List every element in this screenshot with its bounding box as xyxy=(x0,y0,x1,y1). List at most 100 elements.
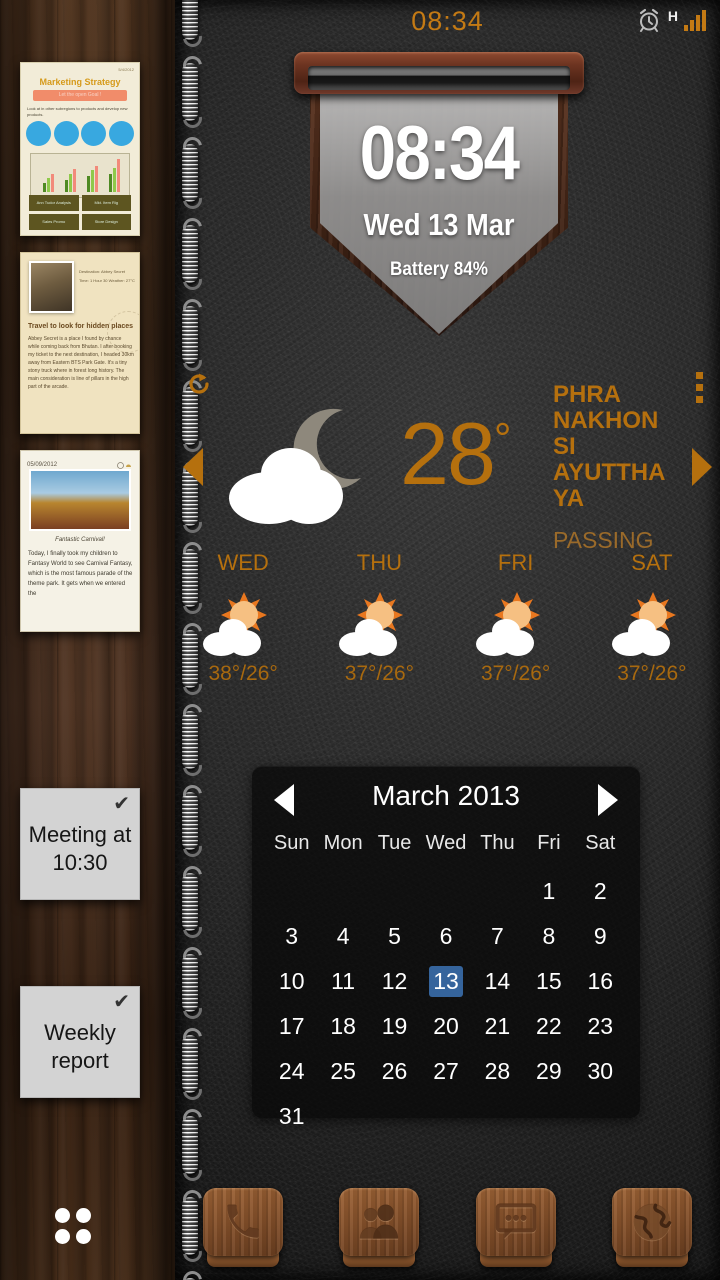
calendar-day-cell[interactable]: 16 xyxy=(575,959,626,1004)
calendar-day-number: 12 xyxy=(381,968,408,994)
binding-ring xyxy=(182,792,198,850)
apps-grid-icon[interactable] xyxy=(55,1208,91,1244)
marketing-banner: Let the open Goal ! xyxy=(33,90,127,101)
calendar-day-cell[interactable]: 26 xyxy=(369,1049,420,1094)
sun-cloud-icon xyxy=(470,588,562,658)
calendar-day-number: 13 xyxy=(428,966,463,997)
calendar-day-cell[interactable]: 14 xyxy=(472,959,523,1004)
calendar-day-number: 10 xyxy=(278,968,305,994)
binding-ring xyxy=(182,873,198,931)
weather-prev-arrow[interactable] xyxy=(183,448,203,486)
clock-date: Wed 13 Mar xyxy=(363,207,515,242)
calendar-day-grid[interactable]: 1 2 3 4 5 6 7 8 9 10 11 12 13 14 15 16 17 18 19 20 21 22 23 24 2… xyxy=(252,869,640,1139)
calendar-day-cell[interactable]: 27 xyxy=(420,1049,471,1094)
calendar-day-number: 25 xyxy=(330,1058,356,1084)
dock xyxy=(175,1178,720,1278)
degree-symbol: ° xyxy=(493,414,512,464)
calendar-day-cell[interactable]: 10 xyxy=(266,959,317,1004)
weather-widget[interactable]: 28° PHRA NAKHON SI AYUTTHAYA PASSING WED… xyxy=(175,360,720,730)
forecast-day-label: WED xyxy=(217,550,269,575)
dock-item-phone[interactable] xyxy=(203,1188,284,1268)
calendar-day-cell[interactable]: 23 xyxy=(575,1004,626,1049)
note-card-marketing[interactable]: 5/4/2012 Marketing Strategy Let the open… xyxy=(20,62,140,236)
forecast-day-label: THU xyxy=(356,550,402,575)
calendar-day-cell[interactable]: 15 xyxy=(523,959,574,1004)
calendar-day-cell[interactable]: 5 xyxy=(369,914,420,959)
calendar-day-cell[interactable]: 25 xyxy=(317,1049,368,1094)
task-card[interactable]: ✔ Weekly report xyxy=(20,986,140,1098)
calendar-day-cell[interactable]: 17 xyxy=(266,1004,317,1049)
calendar-next-icon[interactable] xyxy=(598,784,618,816)
diary-body: Today, I finally took my children to Fan… xyxy=(28,551,133,597)
calendar-day-cell[interactable]: 7 xyxy=(472,914,523,959)
calendar-day-number: 5 xyxy=(388,923,401,949)
contacts-icon xyxy=(339,1188,419,1256)
calendar-day-cell[interactable]: 3 xyxy=(266,914,317,959)
dock-item-browser[interactable] xyxy=(611,1188,692,1268)
marketing-footer-cell: Store Design xyxy=(81,214,131,230)
calendar-day-cell[interactable]: 31 xyxy=(266,1094,317,1139)
travel-meta: Destination: Abbey Secret Time: 1 Hour 3… xyxy=(79,269,135,283)
calendar-day-number: 6 xyxy=(439,923,453,949)
alarm-clock-icon xyxy=(636,7,662,33)
clock-widget[interactable]: 08:34 Wed 13 Mar Battery 84% xyxy=(294,52,584,337)
overflow-menu-icon[interactable] xyxy=(696,372,703,408)
note-card-diary[interactable]: 05/09/2012 Fantastic Carnival! Today, I … xyxy=(20,450,140,632)
globe-icon xyxy=(612,1188,692,1256)
calendar-day-number: 29 xyxy=(536,1058,562,1084)
calendar-day-cell[interactable]: 1 xyxy=(523,869,574,914)
calendar-weekday: Fri xyxy=(537,832,561,854)
calendar-day-cell[interactable]: 13 xyxy=(420,959,471,1004)
forecast-day: SAT 37°/26° xyxy=(584,550,720,686)
calendar-day-cell[interactable]: 30 xyxy=(575,1049,626,1094)
calendar-day-cell[interactable]: 18 xyxy=(317,1004,368,1049)
calendar-widget[interactable]: March 2013 Sun Mon Tue Wed Thu Fri Sat 1234567… xyxy=(252,766,640,1129)
weather-next-arrow[interactable] xyxy=(692,448,712,486)
calendar-day-cell[interactable]: 19 xyxy=(369,1004,420,1049)
calendar-day-cell[interactable]: 29 xyxy=(523,1049,574,1094)
note-card-travel[interactable]: Destination: Abbey Secret Time: 1 Hour 3… xyxy=(20,252,140,434)
calendar-day-cell[interactable]: 4 xyxy=(317,914,368,959)
calendar-day-number: 26 xyxy=(381,1058,408,1084)
dock-item-contacts[interactable] xyxy=(339,1188,420,1268)
calendar-day-cell[interactable]: 20 xyxy=(420,1004,471,1049)
moon-cloud-icon xyxy=(223,398,383,528)
binding-ring xyxy=(182,1116,198,1174)
check-icon[interactable]: ✔ xyxy=(113,992,130,1012)
calendar-day-cell[interactable]: 12 xyxy=(369,959,420,1004)
calendar-day-cell[interactable]: 21 xyxy=(472,1004,523,1049)
forecast-day: FRI 37°/26° xyxy=(448,550,584,686)
calendar-weekday: Mon xyxy=(323,832,363,854)
calendar-day-number: 3 xyxy=(285,923,299,949)
calendar-title: March 2013 xyxy=(372,780,520,811)
binding-ring xyxy=(182,63,198,121)
calendar-day-cell[interactable]: 22 xyxy=(523,1004,574,1049)
calendar-day-cell[interactable]: 9 xyxy=(575,914,626,959)
calendar-weekday: Thu xyxy=(480,832,515,854)
task-card[interactable]: ✔ Meeting at 10:30 xyxy=(20,788,140,900)
dock-item-messages[interactable] xyxy=(475,1188,556,1268)
refresh-icon[interactable] xyxy=(187,372,211,396)
calendar-day-number: 20 xyxy=(433,1013,459,1039)
calendar-day-number: 8 xyxy=(542,923,556,949)
calendar-day-cell[interactable]: 28 xyxy=(472,1049,523,1094)
calendar-weekday: Tue xyxy=(377,832,412,854)
marketing-footer: Ann Tudor Analysis Mkt. Item Rig Sales P… xyxy=(29,195,131,230)
task-label: Meeting at 10:30 xyxy=(28,822,132,875)
calendar-day-cell[interactable]: 11 xyxy=(317,959,368,1004)
marketing-footer-cell: Sales Promo xyxy=(29,214,79,230)
marketing-chart xyxy=(30,153,130,198)
check-icon[interactable]: ✔ xyxy=(113,794,130,814)
calendar-day-number: 7 xyxy=(491,923,504,949)
calendar-day-number: 30 xyxy=(587,1058,614,1084)
marketing-bars xyxy=(37,159,125,192)
phone-icon xyxy=(203,1188,283,1256)
calendar-day-cell[interactable]: 2 xyxy=(575,869,626,914)
calendar-day-cell[interactable]: 8 xyxy=(523,914,574,959)
clock-face: 08:34 Wed 13 Mar Battery 84% xyxy=(320,82,558,334)
calendar-day-number: 1 xyxy=(542,878,556,904)
travel-photo xyxy=(29,261,74,313)
calendar-day-cell[interactable]: 24 xyxy=(266,1049,317,1094)
binding-ring xyxy=(182,144,198,202)
calendar-day-cell[interactable]: 6 xyxy=(420,914,471,959)
